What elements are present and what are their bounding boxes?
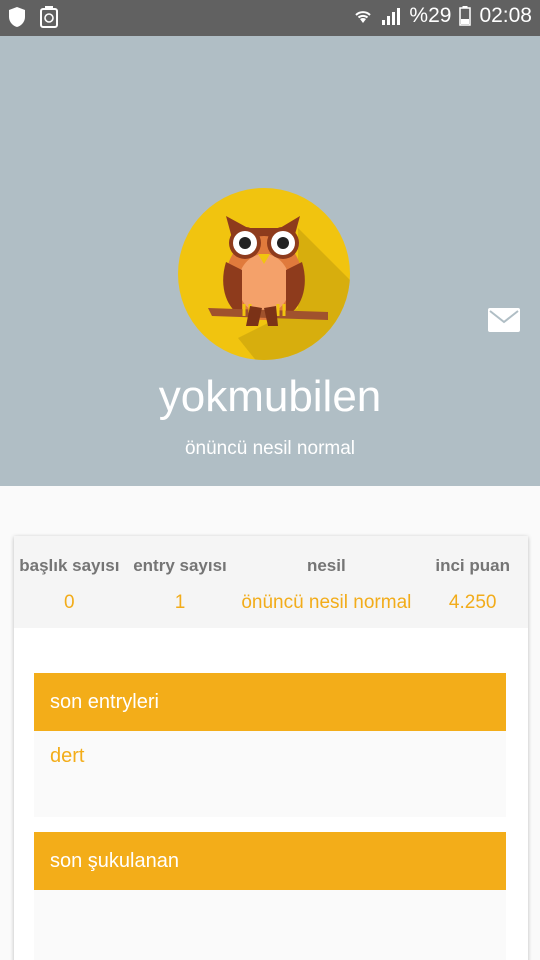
wifi-icon <box>353 6 373 26</box>
section-title: son entryleri <box>34 673 506 731</box>
stat-label: nesil <box>306 556 346 575</box>
section-title: son şukulanan <box>34 832 506 890</box>
stat-topic-count: başlık sayısı 0 <box>14 536 125 628</box>
stat-value: önüncü nesil normal <box>241 592 412 613</box>
entry-link[interactable]: dert <box>50 745 490 768</box>
profile-content: başlık sayısı 0 entry sayısı 1 nesil önü… <box>0 486 540 960</box>
stat-entry-count: entry sayısı 1 <box>125 536 236 628</box>
stat-label: başlık sayısı <box>19 556 120 575</box>
profile-card: başlık sayısı 0 entry sayısı 1 nesil önü… <box>14 536 528 960</box>
stat-value: 4.250 <box>448 592 497 613</box>
recycle-icon <box>40 6 58 28</box>
generation-label: önüncü nesil normal <box>184 438 356 459</box>
owl-avatar-icon[interactable] <box>178 188 350 360</box>
battery-icon <box>459 6 472 26</box>
stat-generation: nesil önüncü nesil normal <box>235 536 417 628</box>
shield-icon <box>8 6 26 28</box>
stat-label: entry sayısı <box>133 556 227 575</box>
signal-icon <box>381 6 401 26</box>
section-body <box>34 890 506 960</box>
stat-value: 1 <box>174 592 186 613</box>
stats-row: başlık sayısı 0 entry sayısı 1 nesil önü… <box>14 536 528 628</box>
envelope-icon[interactable] <box>488 308 520 332</box>
clock: 02:08 <box>479 4 532 27</box>
recent-entries-section: son entryleri dert <box>34 673 506 817</box>
status-bar: %29 02:08 <box>0 0 540 36</box>
username: yokmubilen <box>158 372 382 421</box>
section-body: dert <box>34 731 506 817</box>
profile-header: yokmubilen önüncü nesil normal <box>0 36 540 486</box>
status-bar-right: %29 02:08 <box>353 4 532 28</box>
status-bar-left <box>8 6 58 28</box>
battery-percent: %29 <box>409 4 452 27</box>
stat-label: inci puan <box>435 556 510 575</box>
stat-value: 0 <box>64 592 75 613</box>
stat-karma: inci puan 4.250 <box>417 536 528 628</box>
recent-upvoted-section: son şukulanan <box>34 832 506 960</box>
